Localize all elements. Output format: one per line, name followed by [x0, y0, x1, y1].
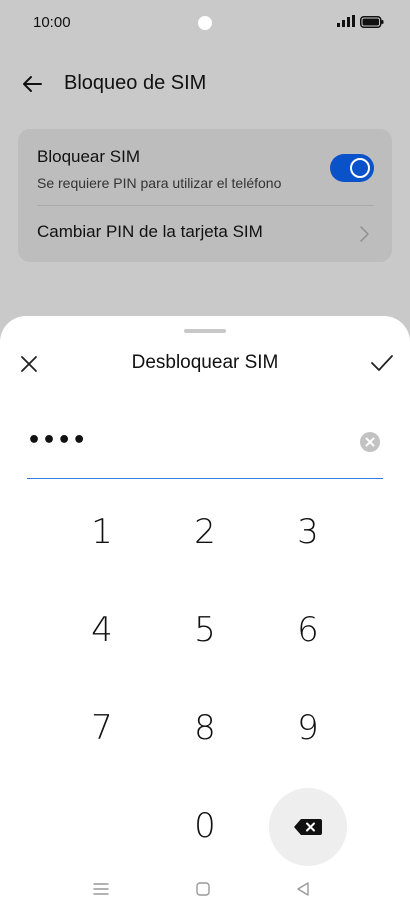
- page-title: Bloqueo de SIM: [64, 72, 207, 94]
- battery-icon: [360, 16, 384, 28]
- status-time: 10:00: [33, 14, 71, 31]
- key-6[interactable]: 6: [268, 600, 348, 660]
- key-5[interactable]: 5: [165, 600, 245, 660]
- settings-card: Bloquear SIM Se requiere PIN para utiliz…: [18, 129, 392, 262]
- key-7[interactable]: 7: [62, 698, 142, 758]
- chevron-right-icon: [360, 226, 369, 242]
- toggle-knob: [350, 158, 370, 178]
- key-2[interactable]: 2: [165, 502, 245, 562]
- key-4[interactable]: 4: [62, 600, 142, 660]
- backspace-button[interactable]: [269, 788, 347, 866]
- lock-sim-subtitle: Se requiere PIN para utilizar el teléfon…: [37, 175, 282, 191]
- camera-cutout: [198, 16, 212, 30]
- navigation-bar: [0, 860, 410, 915]
- recent-apps-icon[interactable]: [93, 882, 109, 896]
- pin-input[interactable]: ••••: [27, 424, 383, 479]
- backspace-icon: [294, 819, 322, 835]
- divider: [37, 205, 374, 206]
- key-0[interactable]: 0: [165, 796, 245, 856]
- clear-icon[interactable]: [360, 432, 380, 452]
- key-8[interactable]: 8: [165, 698, 245, 758]
- lock-sim-toggle[interactable]: [330, 154, 374, 182]
- back-triangle-icon[interactable]: [296, 881, 310, 897]
- signal-icon: [337, 15, 355, 27]
- status-bar: 10:00: [0, 0, 410, 46]
- drag-handle[interactable]: [184, 329, 226, 333]
- key-1[interactable]: 1: [62, 502, 142, 562]
- app-header: Bloqueo de SIM: [0, 62, 410, 106]
- pin-value: ••••: [27, 428, 88, 453]
- key-9[interactable]: 9: [268, 698, 348, 758]
- unlock-sim-sheet: Desbloquear SIM •••• 1 2 3 4 5 6 7 8 9 0: [0, 316, 410, 915]
- home-icon[interactable]: [196, 882, 210, 896]
- key-3[interactable]: 3: [268, 502, 348, 562]
- lock-sim-title: Bloquear SIM: [37, 147, 140, 166]
- sheet-title: Desbloquear SIM: [131, 352, 279, 373]
- check-icon[interactable]: [370, 353, 394, 373]
- back-arrow-icon[interactable]: [20, 72, 44, 96]
- change-pin-item[interactable]: Cambiar PIN de la tarjeta SIM: [37, 222, 263, 242]
